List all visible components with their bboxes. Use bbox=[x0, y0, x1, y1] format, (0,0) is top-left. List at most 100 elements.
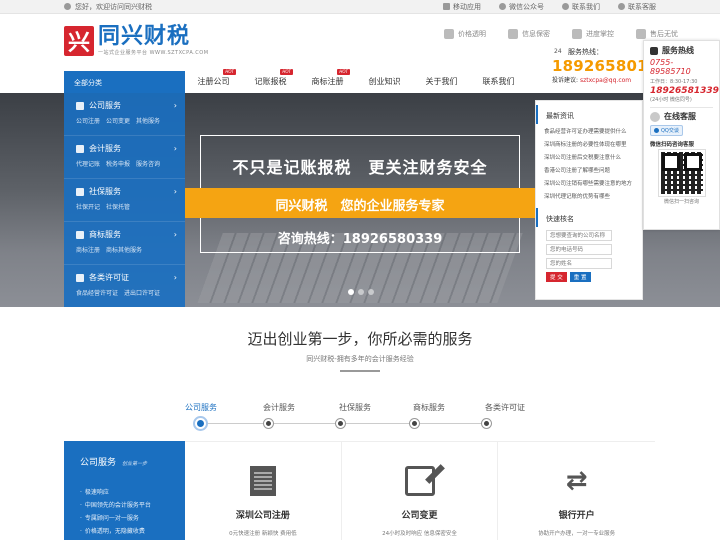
tab-social[interactable]: 社保服务 bbox=[329, 402, 401, 413]
tab-marker-active[interactable] bbox=[193, 416, 208, 431]
carousel-dot[interactable] bbox=[358, 289, 364, 295]
tab-accounting[interactable]: 会计服务 bbox=[257, 402, 329, 413]
sub-link[interactable]: 商标其他服务 bbox=[106, 245, 142, 254]
news-item[interactable]: 深圳代理记账的优势有哪些 bbox=[544, 191, 636, 204]
price-icon bbox=[444, 29, 454, 39]
service-card-bank-account[interactable]: ⇄ 银行开户 协助开户办理，一对一专业服务 bbox=[498, 442, 655, 540]
sub-link[interactable]: 公司注册 bbox=[76, 116, 100, 125]
intro-point: 中国领先的会计服务平台 bbox=[80, 499, 185, 512]
chevron-right-icon: › bbox=[173, 144, 177, 153]
category-trademark[interactable]: 商标服务 商标注册 商标其他服务 › bbox=[64, 222, 185, 265]
category-accounting[interactable]: 会计服务 代理记账 税务申报 服务咨询 › bbox=[64, 136, 185, 179]
sub-link[interactable]: 税务申报 bbox=[106, 159, 130, 168]
carousel-dot[interactable] bbox=[348, 289, 354, 295]
nav-item-trademark[interactable]: 商标注册 HOT bbox=[299, 69, 356, 93]
sub-link[interactable]: 其他服务 bbox=[136, 116, 160, 125]
all-categories[interactable]: 全部分类 bbox=[64, 71, 185, 93]
chevron-right-icon: › bbox=[173, 187, 177, 196]
service-card-company-change[interactable]: 公司变更 24小时及时响应 信息保密安全 bbox=[342, 442, 499, 540]
heart-icon bbox=[636, 29, 646, 39]
phone-icon bbox=[562, 3, 569, 10]
hot-badge: HOT bbox=[280, 69, 293, 75]
phone-input[interactable] bbox=[546, 244, 612, 255]
wechat-title: 微信扫码咨询客服 bbox=[650, 142, 695, 148]
shield-icon bbox=[572, 29, 582, 39]
top-link-contact[interactable]: 联系我们 bbox=[562, 2, 600, 12]
feature-list: 价格透明 信息保密 进度掌控 售后无忧 bbox=[444, 29, 678, 39]
service-tabs: 公司服务 会计服务 社保服务 商标服务 各类许可证 bbox=[185, 402, 545, 413]
logo-subtitle: 一站式企业服务平台 WWW.SZTXCPA.COM bbox=[98, 50, 209, 56]
hot-badge: HOT bbox=[337, 69, 350, 75]
scan-note: 微信扫一扫咨询 bbox=[663, 199, 699, 205]
sub-link[interactable]: 进出口许可证 bbox=[124, 288, 160, 297]
sub-link[interactable]: 食品经营许可证 bbox=[76, 288, 118, 297]
news-item[interactable]: 食品经营许可证办理需要提供什么 bbox=[544, 126, 636, 139]
news-item[interactable]: 深圳公司注册后交税要注意什么 bbox=[544, 152, 636, 165]
sub-link[interactable]: 社保托管 bbox=[106, 202, 130, 211]
service-tel: 0755-89585710 bbox=[650, 58, 691, 76]
feature-progress: 进度掌控 bbox=[572, 29, 614, 39]
tab-marker[interactable] bbox=[263, 418, 274, 429]
category-licenses[interactable]: 各类许可证 食品经营许可证 进出口许可证 › bbox=[64, 265, 185, 308]
sub-link[interactable]: 服务咨询 bbox=[136, 159, 160, 168]
service-card-company-register[interactable]: 深圳公司注册 0元快速注册 新颖快 费用低 bbox=[185, 442, 342, 540]
sub-link[interactable]: 代理记账 bbox=[76, 159, 100, 168]
nav-item-bookkeeping[interactable]: 记账报税 HOT bbox=[242, 69, 299, 93]
intro-point: 专属顾问一对一服务 bbox=[80, 512, 185, 525]
submit-button[interactable]: 提 交 bbox=[546, 272, 567, 282]
nav-item-about[interactable]: 关于我们 bbox=[413, 71, 470, 93]
top-link-service[interactable]: 联系客服 bbox=[618, 2, 656, 12]
nav-item-knowledge[interactable]: 创业知识 bbox=[356, 71, 413, 93]
category-social-security[interactable]: 社保服务 社保开记 社保托管 › bbox=[64, 179, 185, 222]
chevron-right-icon: › bbox=[173, 230, 177, 239]
qr-code bbox=[657, 149, 706, 197]
news-heading: 最新资讯 bbox=[536, 105, 642, 124]
tab-company[interactable]: 公司服务 bbox=[185, 402, 257, 413]
company-name-input[interactable] bbox=[546, 230, 612, 241]
feature-price: 价格透明 bbox=[444, 29, 486, 39]
edit-icon bbox=[404, 466, 435, 496]
section-divider bbox=[340, 370, 380, 372]
greeting: 您好，欢迎访问同兴财税 bbox=[64, 2, 152, 12]
top-link-mobile-app[interactable]: 移动应用 bbox=[443, 2, 481, 12]
carousel-dot[interactable] bbox=[368, 289, 374, 295]
greeting-text: 您好，欢迎访问同兴财税 bbox=[75, 2, 152, 11]
news-item[interactable]: 深圳商标注册的必要性体现在哪里 bbox=[544, 139, 636, 152]
tab-marker[interactable] bbox=[481, 418, 492, 429]
section-title: 迈出创业第一步，你所必需的服务 bbox=[247, 330, 473, 348]
24h-badge: 24 bbox=[554, 48, 562, 55]
building-icon bbox=[249, 466, 276, 496]
top-links: 移动应用 微信公众号 联系我们 联系客服 bbox=[443, 2, 656, 12]
news-list: 食品经营许可证办理需要提供什么 深圳商标注册的必要性体现在哪里 深圳公司注册后交… bbox=[536, 124, 642, 204]
tab-licenses[interactable]: 各类许可证 bbox=[473, 402, 545, 413]
logo[interactable]: 兴 同兴财税 一站式企业服务平台 WWW.SZTXCPA.COM bbox=[64, 25, 209, 56]
service-hotline-title: 服务热线 bbox=[662, 46, 694, 55]
sub-link[interactable]: 商标注册 bbox=[76, 245, 100, 254]
tab-marker[interactable] bbox=[409, 418, 420, 429]
category-menu: 公司服务 公司注册 公司变更 其他服务 › 会计服务 代理记账 税务申报 服务咨询 › … bbox=[64, 93, 185, 307]
news-item[interactable]: 深圳公司注销有哪些需要注意的地方 bbox=[544, 178, 636, 191]
name-input[interactable] bbox=[546, 258, 612, 269]
tab-marker[interactable] bbox=[335, 418, 346, 429]
news-item[interactable]: 香港公司注册了解哪些问题 bbox=[544, 165, 636, 178]
feature-privacy: 信息保密 bbox=[508, 29, 550, 39]
category-company[interactable]: 公司服务 公司注册 公司变更 其他服务 › bbox=[64, 93, 185, 136]
user-icon bbox=[64, 3, 71, 10]
reset-button[interactable]: 重 置 bbox=[569, 272, 591, 282]
edit-icon bbox=[76, 144, 84, 153]
tab-trademark[interactable]: 商标服务 bbox=[401, 402, 473, 413]
qq-chat-button[interactable]: QQ交谈 bbox=[650, 125, 683, 136]
lock-icon bbox=[508, 29, 518, 39]
main-nav: 全部分类 注册公司 HOT 记账报税 HOT 商标注册 HOT 创业知识 关于我们 联… bbox=[0, 69, 720, 93]
phone-icon bbox=[650, 46, 658, 55]
sub-link[interactable]: 社保开记 bbox=[76, 202, 100, 211]
feature-aftersale: 售后无忧 bbox=[636, 29, 678, 39]
nav-item-contact[interactable]: 联系我们 bbox=[470, 71, 527, 93]
top-link-wechat[interactable]: 微信公众号 bbox=[499, 2, 544, 12]
chevron-right-icon: › bbox=[173, 273, 177, 282]
nav-item-company-register[interactable]: 注册公司 HOT bbox=[185, 69, 242, 93]
transfer-icon: ⇄ bbox=[565, 466, 588, 496]
mobile-icon bbox=[443, 3, 450, 10]
top-bar: 您好，欢迎访问同兴财税 移动应用 微信公众号 联系我们 联系客服 bbox=[0, 0, 720, 14]
sub-link[interactable]: 公司变更 bbox=[106, 116, 130, 125]
